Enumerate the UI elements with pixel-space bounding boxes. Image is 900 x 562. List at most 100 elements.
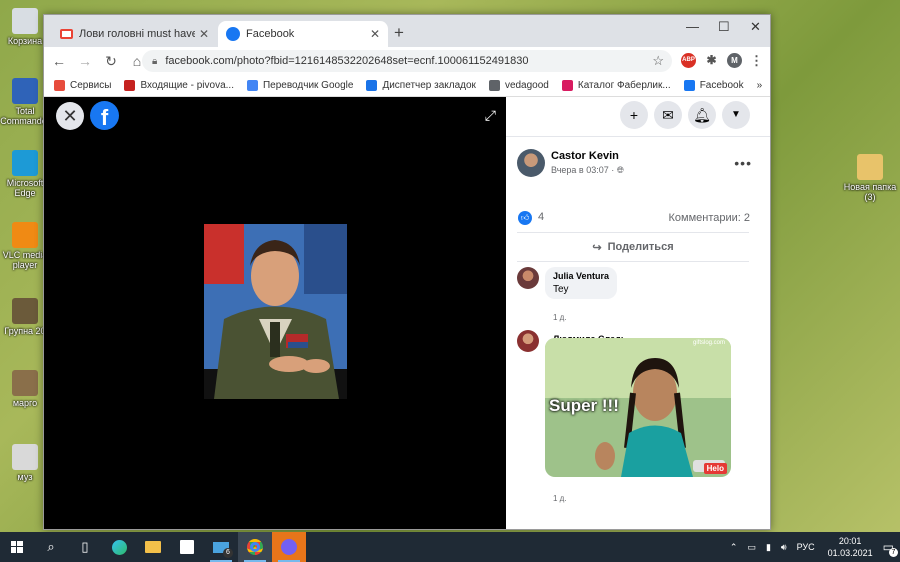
bookmark-item[interactable]: Переводчик Google [246, 80, 354, 91]
search-icon[interactable]: ⌕ [34, 532, 68, 562]
facebook-page: ✕ f ⤢ + ✉ 🔔︎ ▼ Castor Kevin Вчера в 03:0… [44, 97, 770, 529]
post-photo[interactable] [204, 224, 347, 399]
share-button[interactable]: ↪ Поделиться [517, 232, 749, 262]
bookmark-label: Каталог Фаберлик... [577, 80, 671, 91]
photo-viewer: ✕ f ⤢ [44, 97, 506, 529]
panel-header: + ✉ 🔔︎ ▼ [506, 97, 770, 137]
bookmark-item[interactable]: Каталог Фаберлик... [561, 80, 671, 91]
chrome-icon[interactable] [238, 532, 272, 562]
close-tab-icon[interactable]: ✕ [370, 27, 380, 41]
likes-count[interactable]: 👍︎ 4 [518, 211, 544, 225]
battery-icon[interactable]: ▮ [766, 542, 771, 553]
clock[interactable]: 20:01 01.03.2021 [828, 535, 873, 559]
bookmark-icon [366, 80, 378, 91]
close-tab-icon[interactable]: ✕ [199, 27, 209, 41]
desktop-icon[interactable]: Новая папка (3) [840, 154, 900, 202]
back-button[interactable]: ← [48, 53, 70, 69]
new-tab-button[interactable]: + [394, 23, 404, 43]
bookmark-item[interactable]: Диспетчер закладок [366, 80, 476, 91]
close-viewer-button[interactable]: ✕ [56, 102, 84, 130]
commenter-avatar[interactable] [517, 267, 539, 289]
file-explorer-icon[interactable] [136, 532, 170, 562]
author-name[interactable]: Castor Kevin [551, 150, 624, 162]
reload-button[interactable]: ↻ [100, 53, 122, 70]
post-panel: + ✉ 🔔︎ ▼ Castor Kevin Вчера в 03:07 · 🌐︎… [506, 97, 770, 529]
like-icon: 👍︎ [518, 211, 532, 225]
comment-item: Julia Ventura Tey [517, 267, 618, 299]
desktop-icon-image [12, 222, 38, 248]
mail-icon[interactable]: 6 [204, 532, 238, 562]
tray-chevron-icon[interactable]: ⌃ [730, 542, 738, 553]
post-time[interactable]: Вчера в 03:07 · 🌐︎ [551, 165, 624, 176]
gif-watermark: giftslog.com [692, 340, 725, 346]
gmail-icon [60, 29, 73, 39]
lock-icon: 🔒︎ [152, 55, 158, 67]
bookmark-item[interactable]: vedagood [488, 80, 549, 91]
toolbar: ← → ↻ ⌂ 🔒︎ facebook.com/photo?fbid=12161… [44, 47, 770, 75]
author-avatar[interactable] [517, 149, 545, 177]
mail-badge: 6 [223, 548, 233, 558]
share-icon: ↪ [592, 241, 602, 254]
bookmark-label: Входящие - pivova... [140, 80, 234, 91]
comment-age[interactable]: 1 д. [553, 313, 567, 322]
edge-icon[interactable] [102, 532, 136, 562]
bookmark-item[interactable]: Facebook [683, 80, 744, 91]
network-icon[interactable]: ▭ [747, 542, 756, 553]
bookmark-label: Переводчик Google [262, 80, 354, 91]
language-indicator[interactable]: РУС [797, 542, 815, 552]
bookmark-icon [561, 80, 573, 91]
maximize-button[interactable]: ☐ [718, 19, 730, 35]
bookmarks-bar: Сервисы Входящие - pivova... Переводчик Go… [44, 75, 770, 97]
tab-title: Лови головні must have цієї весни [79, 28, 195, 40]
profile-avatar[interactable]: M [727, 53, 742, 68]
messenger-icon[interactable]: ✉ [654, 101, 682, 129]
desktop-icon-image [12, 298, 38, 324]
gif-brand: Helo [703, 463, 727, 474]
comment-bubble: Julia Ventura Tey [545, 267, 618, 299]
notifications-icon[interactable]: 🔔︎ [688, 101, 716, 129]
url-text: facebook.com/photo?fbid=1216148532202648… [165, 55, 529, 67]
bookmark-item[interactable]: Сервисы [54, 80, 111, 91]
start-button[interactable] [0, 532, 34, 562]
forward-button[interactable]: → [74, 53, 96, 69]
account-menu-icon[interactable]: ▼ [722, 101, 750, 129]
extensions-icon[interactable]: ✱ [704, 53, 719, 68]
commenter-avatar[interactable] [517, 330, 539, 352]
comment-age[interactable]: 1 д. [553, 494, 567, 503]
desktop-icon-image [12, 78, 38, 104]
notifications-center-icon[interactable]: ▭ 7 [883, 540, 898, 557]
facebook-icon [226, 27, 240, 41]
tab-facebook[interactable]: Facebook ✕ [218, 21, 388, 47]
bookmark-item[interactable]: Входящие - pivova... [124, 80, 234, 91]
address-bar[interactable]: 🔒︎ facebook.com/photo?fbid=1216148532202… [142, 50, 672, 72]
gif-caption: Super !!! [549, 396, 619, 415]
clock-date: 01.03.2021 [827, 548, 873, 558]
bookmark-label: Диспетчер закладок [382, 80, 476, 91]
facebook-logo[interactable]: f [90, 101, 119, 130]
bookmark-icon [124, 80, 136, 91]
create-button[interactable]: + [620, 101, 648, 129]
bookmark-star-icon[interactable]: ☆ [652, 53, 664, 69]
bookmarks-overflow-button[interactable]: » [757, 80, 763, 91]
comment-text: Tey [553, 284, 569, 295]
comment-gif[interactable]: Super !!! giftslog.com Helo [545, 338, 731, 477]
desktop-icon-image [12, 8, 38, 34]
more-options-icon[interactable]: ••• [734, 155, 752, 171]
tab-title: Facebook [246, 28, 295, 40]
volume-icon[interactable]: 🔊︎ [781, 542, 787, 553]
fullscreen-icon[interactable]: ⤢ [485, 107, 496, 124]
bookmark-label: Facebook [699, 80, 744, 91]
adblock-icon[interactable]: ABP [681, 53, 696, 68]
minimize-button[interactable]: — [686, 19, 699, 34]
close-window-button[interactable]: ✕ [750, 19, 761, 35]
clock-time: 20:01 [838, 536, 862, 546]
viber-icon[interactable] [272, 532, 306, 562]
comments-count[interactable]: Комментарии: 2 [668, 212, 750, 224]
menu-icon[interactable]: ⋮ [749, 53, 764, 68]
task-view-icon[interactable]: ▯ [68, 532, 102, 562]
store-icon[interactable] [170, 532, 204, 562]
tab-gmail[interactable]: Лови головні must have цієї весни ✕ [52, 21, 217, 47]
bookmark-label: Сервисы [70, 80, 112, 91]
commenter-name[interactable]: Julia Ventura [553, 271, 609, 281]
bookmark-icon [683, 80, 695, 91]
